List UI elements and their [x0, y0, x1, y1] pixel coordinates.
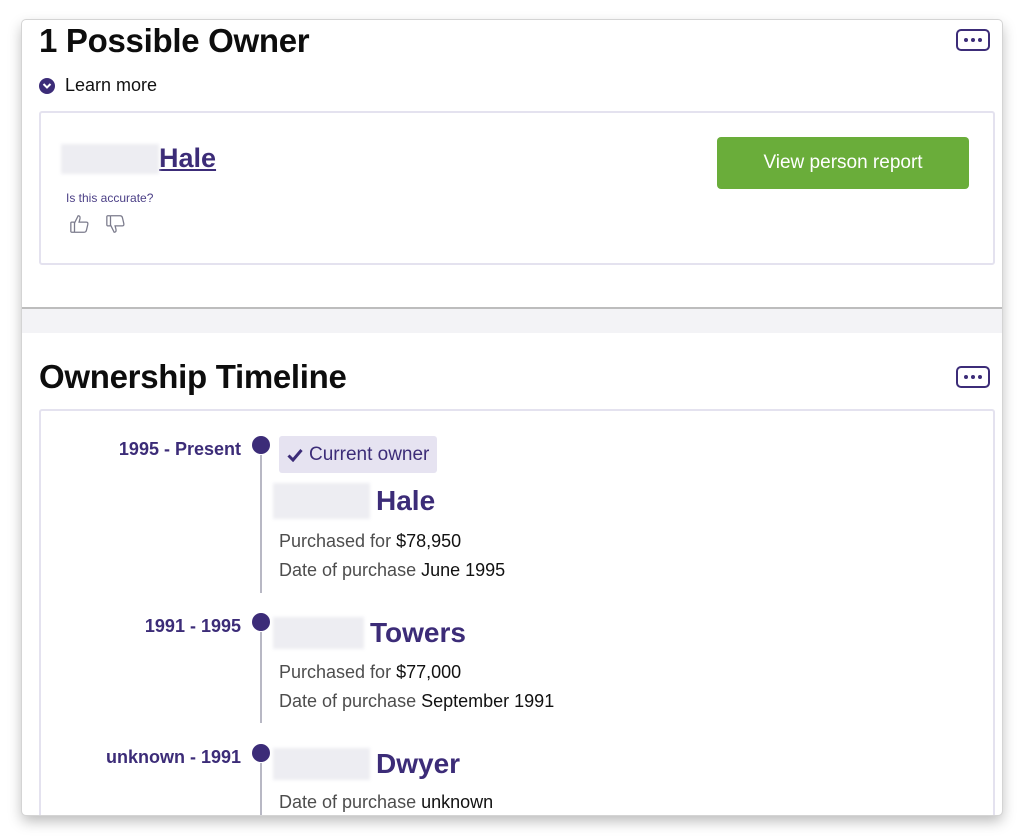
ownership-timeline-title: Ownership Timeline — [39, 358, 347, 395]
learn-more-toggle[interactable]: Learn more — [39, 75, 157, 96]
purchase-price: Purchased for $78,950 — [279, 531, 462, 551]
checkmark-icon — [287, 448, 303, 462]
purchase-date-value: June 1995 — [421, 560, 506, 580]
more-options-icon — [964, 375, 968, 379]
redacted-first-name — [273, 617, 364, 649]
purchase-price: Purchased for $77,000 — [279, 662, 462, 682]
accuracy-question: Is this accurate? — [66, 191, 154, 205]
more-options-icon — [964, 38, 968, 42]
possible-owner-card: Hale Is this accurate? View person repor… — [39, 111, 995, 265]
accuracy-feedback — [69, 213, 127, 235]
view-person-report-button[interactable]: View person report — [717, 137, 969, 189]
owner-name: Towers — [273, 617, 466, 649]
timeline-node — [252, 613, 270, 631]
purchase-price-value: $78,950 — [396, 531, 462, 551]
owner-last-name: Dwyer — [376, 748, 461, 779]
purchase-date-value: unknown — [421, 792, 494, 812]
redacted-first-name — [273, 748, 370, 780]
possible-owner-more-button[interactable] — [956, 29, 990, 51]
owner-last-name: Hale — [376, 485, 436, 516]
app-window: 1 Possible Owner Learn more Hale Is this… — [22, 20, 1002, 815]
timeline-range: 1995 - Present — [118, 439, 241, 459]
owner-last-name: Towers — [370, 617, 466, 648]
timeline-node — [252, 744, 270, 762]
chevron-down-icon — [39, 77, 55, 94]
section-divider — [22, 307, 1002, 333]
learn-more-label: Learn more — [65, 75, 158, 95]
purchase-date: Date of purchase unknown — [279, 792, 494, 812]
purchase-date-value: September 1991 — [421, 691, 555, 711]
owner-last-name: Hale — [159, 143, 217, 173]
purchase-price-value: $77,000 — [396, 662, 462, 682]
redacted-first-name — [61, 143, 159, 174]
owner-name-link[interactable]: Hale — [61, 143, 216, 174]
purchase-date: Date of purchase September 1991 — [279, 691, 555, 711]
timeline-line — [260, 455, 262, 593]
possible-owner-title: 1 Possible Owner — [39, 22, 310, 59]
timeline-node — [252, 436, 270, 454]
purchase-date: Date of purchase June 1995 — [279, 560, 506, 580]
redacted-first-name — [273, 483, 370, 519]
timeline-more-button[interactable] — [956, 366, 990, 388]
timeline-line — [260, 632, 262, 723]
owner-name: Dwyer — [273, 748, 460, 780]
thumbs-down-icon[interactable] — [105, 213, 127, 235]
owner-name: Hale — [273, 483, 435, 519]
timeline-range: unknown - 1991 — [105, 747, 241, 767]
current-owner-badge: Current owner — [279, 436, 438, 473]
timeline-line — [260, 763, 262, 815]
timeline-range: 1991 - 1995 — [144, 616, 241, 636]
current-owner-label: Current owner — [309, 443, 430, 465]
ownership-timeline-card: 1995 - Present Current owner Hale Purcha… — [39, 409, 995, 815]
thumbs-up-icon[interactable] — [69, 213, 91, 235]
